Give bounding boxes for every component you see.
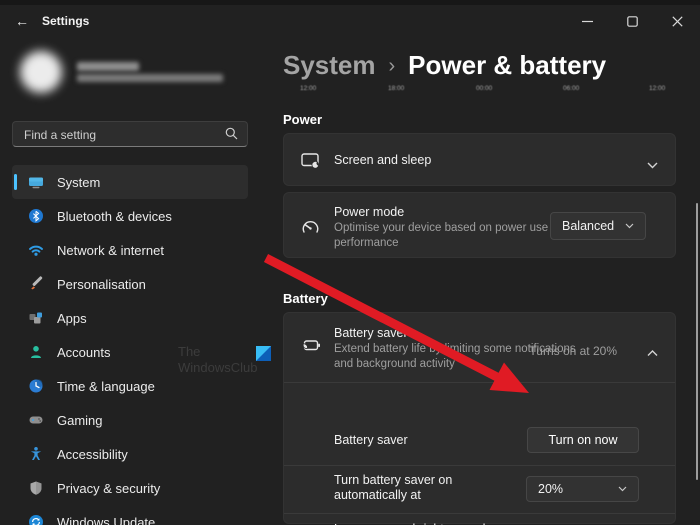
windowsclub-logo-icon bbox=[256, 346, 271, 361]
maximize-button[interactable] bbox=[610, 5, 655, 37]
search-icon[interactable] bbox=[225, 127, 238, 145]
user-avatar[interactable] bbox=[20, 51, 62, 93]
sidebar-item-label: Gaming bbox=[57, 413, 103, 428]
breadcrumb-separator-icon: › bbox=[389, 55, 396, 77]
apps-icon bbox=[28, 310, 44, 326]
chart-tick-label: 00:00 bbox=[476, 85, 492, 92]
gamepad-icon bbox=[28, 412, 44, 428]
titlebar: ← Settings bbox=[0, 5, 700, 37]
row-divider bbox=[284, 513, 675, 514]
minimize-button[interactable] bbox=[565, 5, 610, 37]
power-mode-card: Power mode Optimise your device based on… bbox=[283, 192, 676, 258]
search-box bbox=[12, 121, 248, 147]
auto-threshold-select[interactable]: 20% bbox=[526, 476, 639, 502]
auto-threshold-value: 20% bbox=[538, 482, 563, 496]
settings-window: ← Settings System bbox=[0, 0, 700, 525]
user-email-redacted bbox=[77, 74, 223, 82]
shield-icon bbox=[28, 480, 44, 496]
power-mode-gauge-icon bbox=[300, 217, 321, 243]
chevron-down-icon[interactable] bbox=[647, 156, 658, 174]
power-mode-select[interactable]: Balanced bbox=[550, 212, 646, 240]
sidebar-item-label: Time & language bbox=[57, 379, 155, 394]
sidebar-item-personalisation[interactable]: Personalisation bbox=[12, 267, 248, 301]
battery-section-heading: Battery bbox=[283, 291, 328, 306]
app-title: Settings bbox=[42, 14, 89, 28]
breadcrumb: System › Power & battery bbox=[283, 50, 606, 81]
chart-tick-label: 18:00 bbox=[388, 85, 404, 92]
watermark-line1: The bbox=[178, 344, 257, 360]
sidebar-item-system[interactable]: System bbox=[12, 165, 248, 199]
clock-icon bbox=[28, 378, 44, 394]
chart-tick-label: 12:00 bbox=[649, 85, 665, 92]
battery-saver-title: Battery saver bbox=[334, 326, 408, 341]
sidebar-item-label: System bbox=[57, 175, 100, 190]
row-divider bbox=[284, 382, 675, 383]
update-refresh-icon bbox=[28, 514, 44, 525]
screen-and-sleep-card[interactable]: Screen and sleep bbox=[283, 133, 676, 186]
person-icon bbox=[28, 344, 44, 360]
sidebar-item-privacy-security[interactable]: Privacy & security bbox=[12, 471, 248, 505]
user-name-redacted bbox=[77, 62, 139, 71]
close-button[interactable] bbox=[655, 5, 700, 37]
chevron-up-icon[interactable] bbox=[647, 344, 658, 362]
sidebar-item-apps[interactable]: Apps bbox=[12, 301, 248, 335]
sidebar-item-label: Personalisation bbox=[57, 277, 146, 292]
battery-chart-tick-row: 12:00 18:00 00:00 06:00 12:00 bbox=[283, 85, 676, 95]
sidebar-item-accessibility[interactable]: Accessibility bbox=[12, 437, 248, 471]
paintbrush-icon bbox=[28, 276, 44, 292]
auto-threshold-label: Turn battery saver on automatically at bbox=[334, 473, 502, 503]
power-mode-title: Power mode bbox=[334, 205, 404, 220]
battery-saver-row-label: Battery saver bbox=[334, 433, 408, 448]
window-controls bbox=[565, 5, 700, 37]
wifi-icon bbox=[28, 242, 44, 258]
watermark-line2: WindowsClub bbox=[178, 360, 257, 376]
row-divider bbox=[284, 465, 675, 466]
page-title: Power & battery bbox=[408, 50, 606, 80]
accessibility-person-icon bbox=[28, 446, 44, 462]
watermark-text: The WindowsClub bbox=[178, 344, 257, 376]
sidebar-item-label: Apps bbox=[57, 311, 87, 326]
power-mode-description: Optimise your device based on power use … bbox=[334, 221, 574, 251]
battery-saver-icon bbox=[300, 335, 322, 361]
sidebar-item-label: Network & internet bbox=[57, 243, 164, 258]
chevron-down-icon bbox=[625, 223, 634, 229]
sidebar-item-label: Privacy & security bbox=[57, 481, 160, 496]
sidebar-item-label: Bluetooth & devices bbox=[57, 209, 172, 224]
back-button[interactable]: ← bbox=[13, 12, 31, 30]
system-icon bbox=[28, 174, 44, 190]
turn-on-now-button[interactable]: Turn on now bbox=[527, 427, 639, 453]
breadcrumb-parent[interactable]: System bbox=[283, 50, 376, 80]
chevron-down-icon bbox=[618, 486, 627, 492]
turn-on-now-label: Turn on now bbox=[548, 433, 617, 447]
selection-accent-bar bbox=[14, 174, 17, 190]
power-mode-selected-value: Balanced bbox=[562, 219, 614, 233]
sidebar-item-windows-update[interactable]: Windows Update bbox=[12, 505, 248, 525]
power-section-heading: Power bbox=[283, 112, 322, 127]
screen-sleep-label: Screen and sleep bbox=[334, 153, 431, 168]
chart-tick-label: 06:00 bbox=[563, 85, 579, 92]
sidebar-item-label: Windows Update bbox=[57, 515, 155, 525]
vertical-scrollbar[interactable] bbox=[696, 203, 698, 480]
sidebar-item-network-internet[interactable]: Network & internet bbox=[12, 233, 248, 267]
sidebar-item-bluetooth-devices[interactable]: Bluetooth & devices bbox=[12, 199, 248, 233]
sidebar-item-gaming[interactable]: Gaming bbox=[12, 403, 248, 437]
bluetooth-icon bbox=[28, 208, 44, 224]
battery-saver-card: Battery saver Extend battery life by lim… bbox=[283, 312, 676, 524]
chart-tick-label: 12:00 bbox=[300, 85, 316, 92]
screen-sleep-icon bbox=[300, 150, 321, 176]
sidebar-item-label: Accounts bbox=[57, 345, 110, 360]
sidebar-item-label: Accessibility bbox=[57, 447, 128, 462]
search-input[interactable] bbox=[22, 123, 216, 147]
battery-saver-status: Turns on at 20% bbox=[529, 344, 617, 358]
